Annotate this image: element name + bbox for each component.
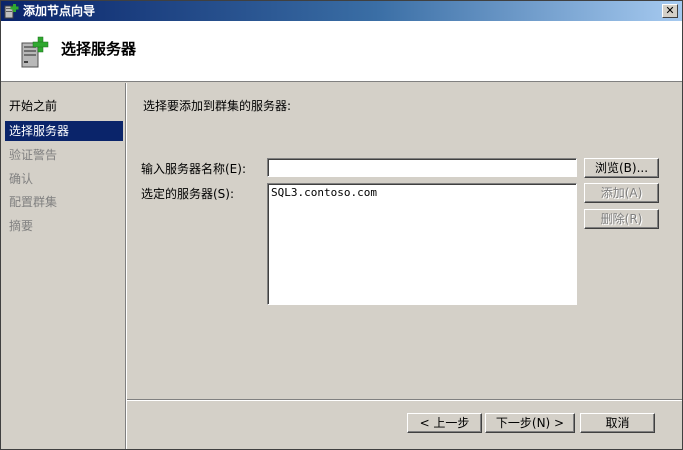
instruction-text: 选择要添加到群集的服务器: — [143, 99, 292, 113]
nav-step-select-servers[interactable]: 选择服务器 — [5, 121, 123, 141]
wizard-header: 选择服务器 — [1, 21, 682, 82]
nav-step-configure-cluster: 配置群集 — [9, 195, 58, 209]
cancel-button[interactable]: 取消 — [580, 413, 655, 433]
wizard-content: 选择要添加到群集的服务器: 输入服务器名称(E): 浏览(B)... 选定的服务… — [127, 83, 682, 449]
server-name-input[interactable] — [268, 159, 576, 176]
close-icon: ✕ — [665, 4, 675, 17]
close-button[interactable]: ✕ — [662, 4, 678, 18]
server-name-field[interactable] — [267, 158, 577, 177]
server-add-icon — [21, 36, 49, 68]
nav-step-summary: 摘要 — [9, 219, 34, 233]
nav-step-before-you-begin[interactable]: 开始之前 — [5, 96, 123, 116]
back-button[interactable]: < 上一步 — [407, 413, 482, 433]
page-title: 选择服务器 — [61, 40, 137, 58]
remove-button: 删除(R) — [584, 209, 659, 229]
title-bar[interactable]: 添加节点向导 ✕ — [1, 1, 682, 21]
add-button: 添加(A) — [584, 183, 659, 203]
window-title: 添加节点向导 — [23, 4, 96, 18]
add-node-icon — [4, 4, 19, 19]
nav-step-validation-warning: 验证警告 — [9, 148, 58, 162]
selected-servers-list[interactable]: SQL3.contoso.com — [267, 183, 577, 305]
nav-step-confirmation: 确认 — [9, 172, 34, 186]
add-node-wizard-window: 添加节点向导 ✕ 选择服务器 开始之前 选择服务器 验证警告 确认 配置群集 摘… — [0, 0, 683, 450]
next-button[interactable]: 下一步(N) > — [485, 413, 575, 433]
selected-servers-label: 选定的服务器(S): — [141, 187, 235, 201]
list-item[interactable]: SQL3.contoso.com — [268, 184, 576, 201]
server-name-label: 输入服务器名称(E): — [141, 162, 246, 176]
footer-divider — [127, 399, 682, 401]
browse-button[interactable]: 浏览(B)... — [584, 158, 659, 178]
wizard-steps-nav: 开始之前 选择服务器 验证警告 确认 配置群集 摘要 — [1, 83, 126, 449]
